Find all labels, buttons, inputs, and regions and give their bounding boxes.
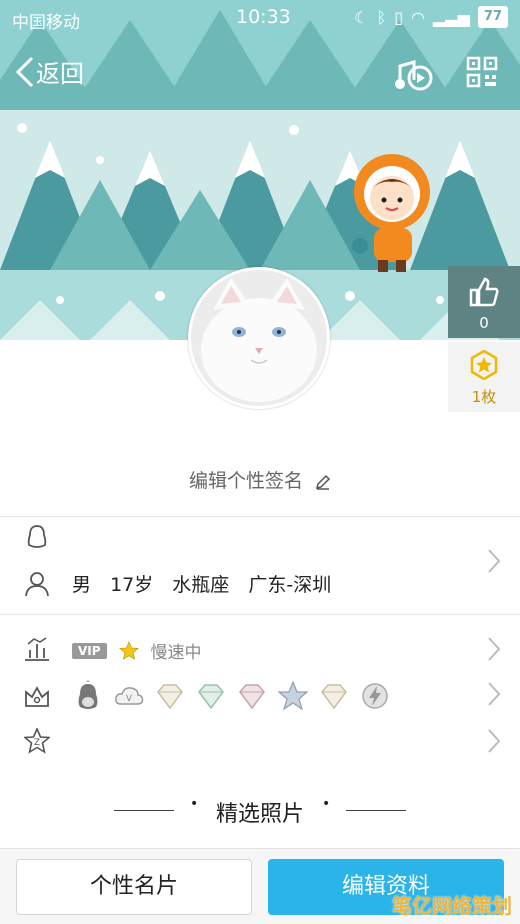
vibrate-icon: ▯ [394,7,404,27]
back-label: 返回 [36,60,84,88]
person-icon [25,572,49,597]
level-row[interactable]: VIP 慢速中 [72,638,202,663]
profile-card-button[interactable]: 个性名片 [16,859,252,915]
badge-button[interactable]: 1枚 [448,342,520,412]
wifi-icon: ◠ [411,7,425,27]
speed-medal-icon [362,683,388,709]
location-text: 广东-深圳 [248,574,332,596]
like-button[interactable]: 0 [448,266,520,338]
diamond-medal-icon [321,684,347,710]
cloud-medal-icon: V [115,687,144,705]
star-icon [118,640,139,660]
section-title-text: 精选照片 [215,802,304,827]
svg-text:V: V [126,694,133,704]
chevron-right-icon[interactable] [487,728,501,754]
carrier-label: 中国移动 [12,13,80,33]
level-chart-icon [25,637,49,661]
qr-code-icon[interactable] [466,56,498,88]
back-button[interactable]: 返回 [14,54,84,89]
battery-icon: 77 [477,6,508,28]
signature-edit[interactable]: 编辑个性签名 [0,466,520,493]
divider [0,614,520,615]
star-medal-icon [470,350,498,380]
chevron-right-icon[interactable] [487,636,501,662]
medal-list[interactable]: V [72,680,391,712]
divider [0,516,520,517]
gender-text: 男 [72,574,92,596]
chevron-left-icon [15,56,34,87]
white-cat-avatar-icon [191,270,327,406]
avatar[interactable] [188,267,330,409]
speed-status: 慢速中 [150,643,202,663]
moon-icon: ☾ [354,7,369,27]
signature-text: 编辑个性签名 [188,470,303,492]
title-line-right [346,810,406,811]
crown-icon [25,686,49,707]
svg-text:Z: Z [34,738,40,748]
penguin-medal-icon [78,680,98,709]
chevron-right-icon[interactable] [487,548,501,574]
pencil-icon [316,474,331,490]
bluetooth-icon: ᛒ [376,7,387,27]
age-text: 17岁 [110,574,154,596]
status-bar: 中国移动 10:33 ☾ ᛒ ▯ ◠ ▂▃▅ 77 [0,0,520,38]
watermark: 笔亿网络策划 [392,894,512,918]
star-z-icon: Z [24,728,50,754]
basic-info[interactable]: 男 17岁 水瓶座 广东-深圳 [72,570,344,597]
top-nav: 返回 [0,38,520,110]
title-line-left [114,810,174,811]
diamond-pink-medal-icon [239,684,265,710]
zodiac-text: 水瓶座 [172,574,230,596]
badge-count: 1枚 [471,388,497,406]
status-time: 10:33 [236,6,291,28]
music-disc-icon[interactable] [394,54,434,94]
diamond-medal-icon [157,684,183,710]
vip-tag: VIP [72,642,107,659]
like-count: 0 [479,314,489,332]
thumbs-up-icon [469,277,499,307]
dot-right: • [322,796,331,812]
featured-photos-title: • 精选照片 • [0,796,520,828]
chevron-right-icon[interactable] [487,681,501,707]
star-medal-icon [277,680,309,711]
status-icons: ☾ ᛒ ▯ ◠ ▂▃▅ 77 [354,6,508,28]
signal-icon: ▂▃▅ [432,7,470,27]
diamond-green-medal-icon [198,684,224,710]
dot-left: • [190,796,199,812]
penguin-icon [27,525,47,548]
